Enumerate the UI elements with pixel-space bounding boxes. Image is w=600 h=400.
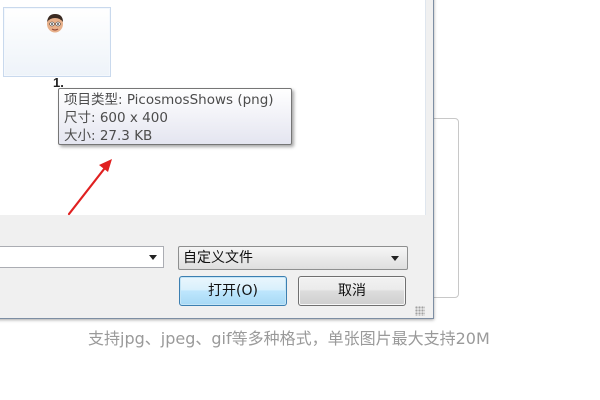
tooltip-type-line: 项目类型: PicosmosShows (png) xyxy=(64,92,274,108)
annotation-arrow-icon xyxy=(67,159,112,216)
upload-hint-text: 支持jpg、jpeg、gif等多种格式，单张图片最大支持20M xyxy=(88,329,490,348)
chevron-down-icon[interactable] xyxy=(391,256,399,261)
open-button[interactable]: 打开(O) xyxy=(179,276,287,306)
filename-input[interactable] xyxy=(0,246,164,268)
resize-grip-icon[interactable] xyxy=(415,306,425,316)
file-type-value: 自定义文件 xyxy=(183,250,253,266)
tooltip-size-line: 尺寸: 600 x 400 xyxy=(64,110,168,126)
avatar-icon xyxy=(47,14,63,33)
chevron-down-icon[interactable] xyxy=(149,255,157,260)
file-thumbnail[interactable] xyxy=(3,7,111,77)
file-info-tooltip: 项目类型: PicosmosShows (png) 尺寸: 600 x 400 … xyxy=(58,88,292,145)
file-type-select[interactable]: 自定义文件 xyxy=(178,246,408,270)
cancel-button[interactable]: 取消 xyxy=(298,276,406,306)
tooltip-filesize-line: 大小: 27.3 KB xyxy=(64,128,153,144)
